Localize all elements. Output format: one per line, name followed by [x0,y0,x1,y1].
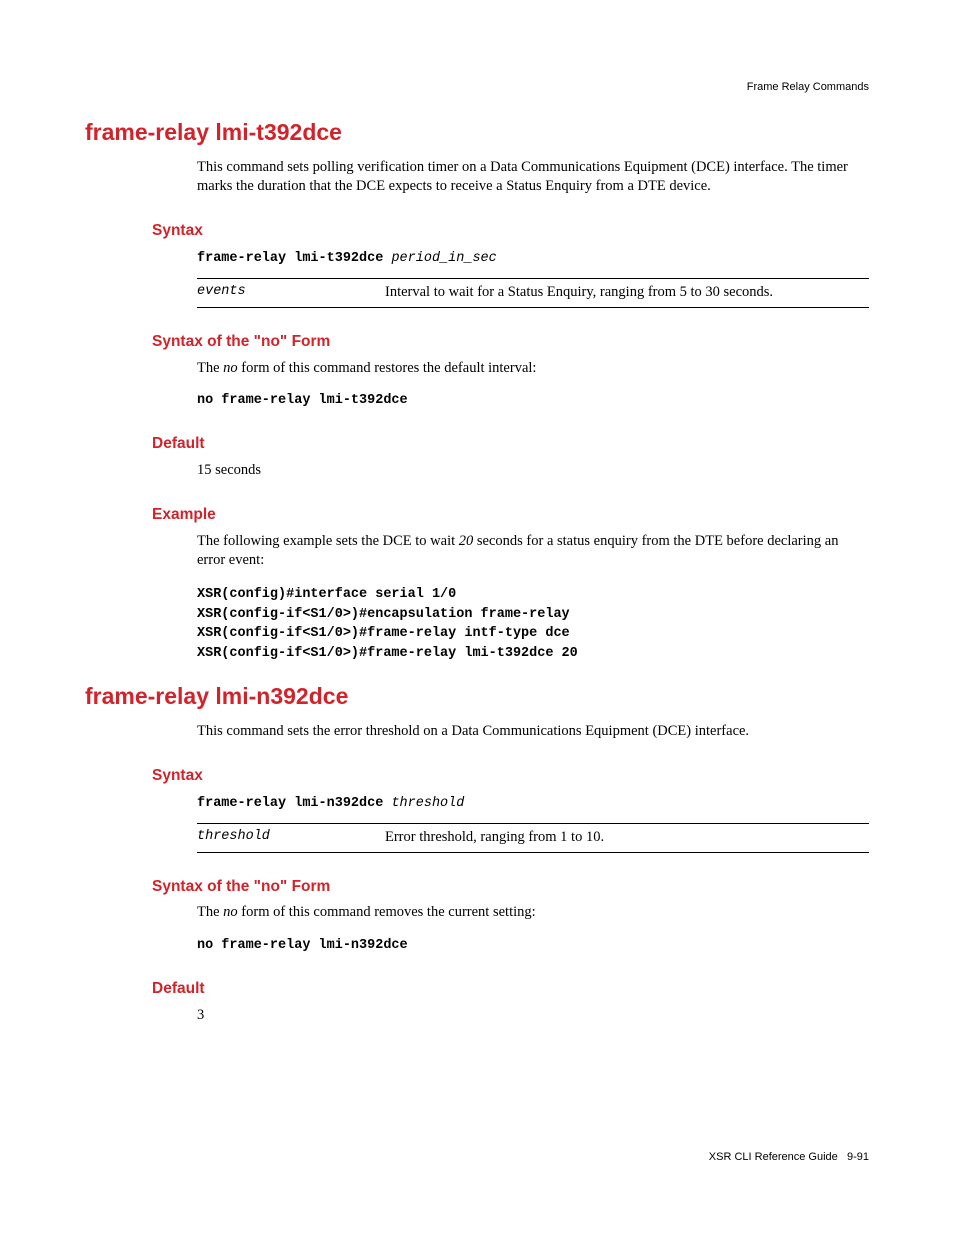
noform-cmd: no frame-relay lmi-n392dce [197,937,869,955]
example-heading: Example [152,505,869,526]
default-value: 3 [197,1006,869,1026]
section-intro: This command sets polling verification t… [197,158,869,197]
syntax-line: frame-relay lmi-t392dce period_in_sec [197,248,869,268]
syntax-heading: Syntax [152,766,869,787]
noform-cmd: no frame-relay lmi-t392dce [197,392,869,410]
default-heading: Default [152,979,869,1000]
example-text: The following example sets the DCE to wa… [197,532,869,571]
noform-text: The no form of this command removes the … [197,903,869,923]
noform-text: The no form of this command restores the… [197,359,869,379]
default-value: 15 seconds [197,461,869,481]
syntax-heading: Syntax [152,221,869,242]
section-title: frame-relay lmi-t392dce [85,117,869,148]
noform-heading: Syntax of the "no" Form [152,332,869,353]
section-intro: This command sets the error threshold on… [197,722,869,742]
param-table: threshold Error threshold, ranging from … [197,823,869,853]
param-key: threshold [197,823,385,852]
header-right: Frame Relay Commands [85,80,869,95]
noform-heading: Syntax of the "no" Form [152,877,869,898]
param-key: events [197,279,385,308]
param-table: events Interval to wait for a Status Enq… [197,278,869,308]
footer-guide: XSR CLI Reference Guide [709,1151,838,1163]
syntax-line: frame-relay lmi-n392dce threshold [197,793,869,813]
syntax-cmd: frame-relay lmi-n392dce [197,796,391,811]
example-code: XSR(config)#interface serial 1/0 XSR(con… [197,585,869,663]
syntax-cmd: frame-relay lmi-t392dce [197,251,391,266]
page-footer: XSR CLI Reference Guide 9-91 [709,1150,869,1165]
section-title: frame-relay lmi-n392dce [85,681,869,712]
footer-page: 9-91 [847,1151,869,1163]
syntax-arg: threshold [391,796,464,811]
default-heading: Default [152,434,869,455]
param-desc: Error threshold, ranging from 1 to 10. [385,823,869,852]
syntax-arg: period_in_sec [391,251,496,266]
param-desc: Interval to wait for a Status Enquiry, r… [385,279,869,308]
